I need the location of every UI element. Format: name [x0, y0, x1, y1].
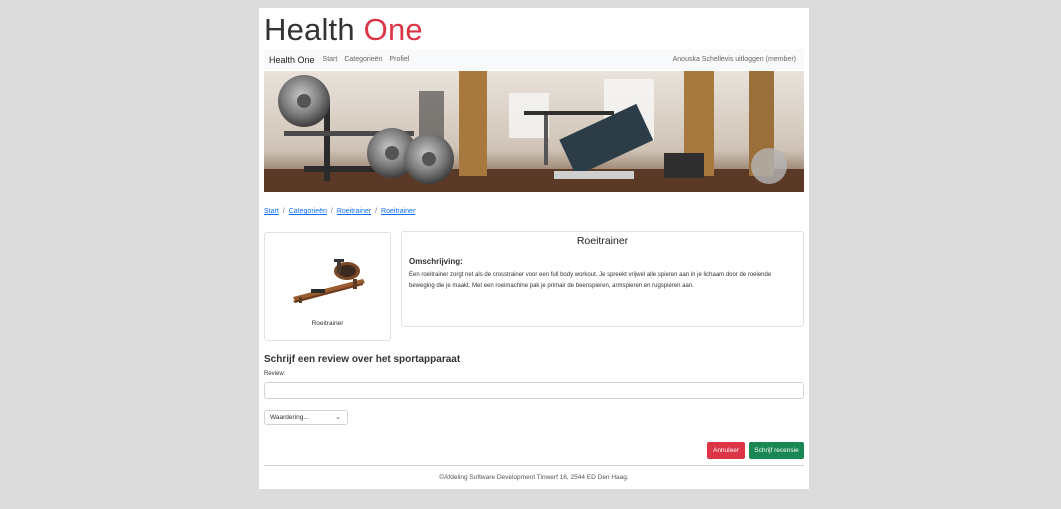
breadcrumb-separator: / — [282, 208, 285, 215]
chevron-down-icon: ⌄ — [335, 414, 341, 421]
breadcrumb-separator: / — [375, 208, 378, 215]
product-image-caption: Roeitrainer — [311, 320, 344, 327]
breadcrumb-category[interactable]: Roeitrainer — [337, 208, 371, 215]
rowing-machine-image — [293, 259, 365, 303]
nav-link-start[interactable]: Start — [323, 56, 338, 63]
logout-link[interactable]: uitloggen — [735, 56, 763, 63]
submit-review-button[interactable]: Schrijf recensie — [749, 442, 804, 459]
footer-divider — [264, 465, 804, 466]
site-logo: Health One — [264, 10, 423, 50]
cancel-button[interactable]: Annuleer — [707, 442, 745, 459]
review-heading: Schrijf een review over het sportapparaa… — [264, 354, 461, 365]
breadcrumb-categories[interactable]: Categorieën — [289, 208, 327, 215]
logo-text-one: One — [363, 12, 423, 47]
breadcrumb-start[interactable]: Start — [264, 208, 279, 215]
user-name: Anouska Schellevis — [672, 56, 734, 63]
breadcrumb-separator: / — [330, 208, 333, 215]
navbar-user-area: Anouska Schellevis uitloggen (member) — [673, 56, 796, 63]
logo-text-health: Health — [264, 12, 364, 47]
review-label: Review: — [264, 371, 286, 377]
rating-select-value: Waardering... — [270, 414, 309, 421]
nav-link-categories[interactable]: Categorieën — [344, 56, 382, 63]
breadcrumb: Start / Categorieën / Roeitrainer / Roei… — [264, 208, 415, 215]
hero-banner-image — [264, 71, 804, 192]
review-input[interactable] — [264, 382, 804, 399]
footer-text: ©Afdeling Software Development Tinwerf 1… — [439, 474, 629, 481]
navbar-brand[interactable]: Health One — [269, 55, 315, 65]
product-title: Roeitrainer — [576, 235, 629, 247]
page-container: Health One Health One Start Categorieën … — [259, 8, 809, 489]
rating-select[interactable]: Waardering... ⌄ — [264, 410, 348, 425]
description-text: Een roeitrainer zorgt net als de crosstr… — [409, 272, 772, 289]
navbar: Health One Start Categorieën Profiel Ano… — [264, 49, 804, 70]
nav-link-profile[interactable]: Profiel — [389, 56, 409, 63]
product-description-card: Roeitrainer Omschrijving: Een roeitraine… — [401, 231, 804, 327]
product-image-card: Roeitrainer — [264, 232, 391, 341]
breadcrumb-product[interactable]: Roeitrainer — [381, 208, 415, 215]
user-role: (member) — [765, 56, 796, 63]
description-heading: Omschrijving: — [409, 257, 463, 266]
